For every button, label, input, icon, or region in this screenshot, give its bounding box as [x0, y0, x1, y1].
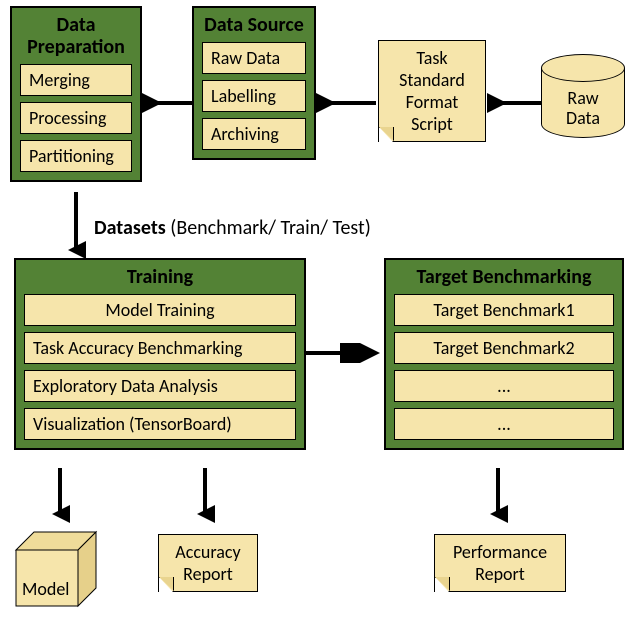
- sticky-line: Task: [387, 47, 477, 69]
- datasets-label: Datasets (Benchmark/ Train/ Test): [94, 216, 371, 240]
- arrow-source-to-prep: [142, 93, 192, 113]
- cube-label: Model: [22, 578, 69, 600]
- option-model-training: Model Training: [24, 294, 296, 326]
- cylinder-raw-data: Raw Data: [541, 54, 625, 138]
- sticky-line: Accuracy: [167, 541, 249, 563]
- sticky-line: Standard: [387, 69, 477, 91]
- sticky-line: Script: [387, 113, 477, 135]
- module-title: Target Benchmarking: [394, 266, 614, 288]
- arrow-db-to-script: [487, 93, 541, 113]
- module-title: Data Preparation: [20, 14, 132, 58]
- title-text: Data Source: [204, 13, 304, 37]
- module-data-source: Data Source Raw Data Labelling Archiving: [192, 6, 316, 160]
- option-archiving: Archiving: [202, 118, 306, 150]
- datasets-bold: Datasets: [94, 216, 166, 240]
- arrow-prep-to-training: [66, 192, 86, 262]
- option-visualization: Visualization (TensorBoard): [24, 408, 296, 440]
- module-training: Training Model Training Task Accuracy Be…: [14, 258, 306, 450]
- option-labelling: Labelling: [202, 80, 306, 112]
- option-task-accuracy: Task Accuracy Benchmarking: [24, 332, 296, 364]
- option-partitioning: Partitioning: [20, 140, 132, 172]
- option-raw-data: Raw Data: [202, 42, 306, 74]
- sticky-accuracy-report: Accuracy Report: [158, 534, 258, 592]
- sticky-line: Report: [167, 563, 249, 585]
- sticky-performance-report: Performance Report: [434, 534, 566, 592]
- sticky-task-script: Task Standard Format Script: [378, 40, 486, 142]
- title-text: Training: [127, 265, 193, 289]
- title-text: Target Benchmarking: [417, 265, 592, 289]
- arrow-script-to-source: [316, 93, 376, 113]
- arrow-target-to-perf: [488, 468, 508, 526]
- cylinder-label: Raw Data: [541, 88, 625, 128]
- arrow-training-to-model: [50, 468, 70, 526]
- module-data-preparation: Data Preparation Merging Processing Part…: [10, 6, 142, 182]
- datasets-rest: (Benchmark/ Train/ Test): [166, 216, 371, 240]
- sticky-line: Report: [443, 563, 557, 585]
- sticky-line: Performance: [443, 541, 557, 563]
- module-title: Training: [24, 266, 296, 288]
- option-target-2: Target Benchmark2: [394, 332, 614, 364]
- option-eda: Exploratory Data Analysis: [24, 370, 296, 402]
- module-title: Data Source: [202, 14, 306, 36]
- option-target-1: Target Benchmark1: [394, 294, 614, 326]
- cube-model: Model: [14, 528, 100, 608]
- option-target-3: ...: [394, 370, 614, 402]
- diagram-canvas: Data Preparation Merging Processing Part…: [0, 0, 640, 621]
- arrow-training-to-target: [306, 343, 384, 363]
- option-merging: Merging: [20, 64, 132, 96]
- title-text: Data Preparation: [27, 13, 125, 59]
- arrow-training-to-accuracy: [195, 468, 215, 526]
- sticky-line: Format: [387, 91, 477, 113]
- option-processing: Processing: [20, 102, 132, 134]
- module-target-benchmarking: Target Benchmarking Target Benchmark1 Ta…: [384, 258, 624, 450]
- option-target-4: ...: [394, 408, 614, 440]
